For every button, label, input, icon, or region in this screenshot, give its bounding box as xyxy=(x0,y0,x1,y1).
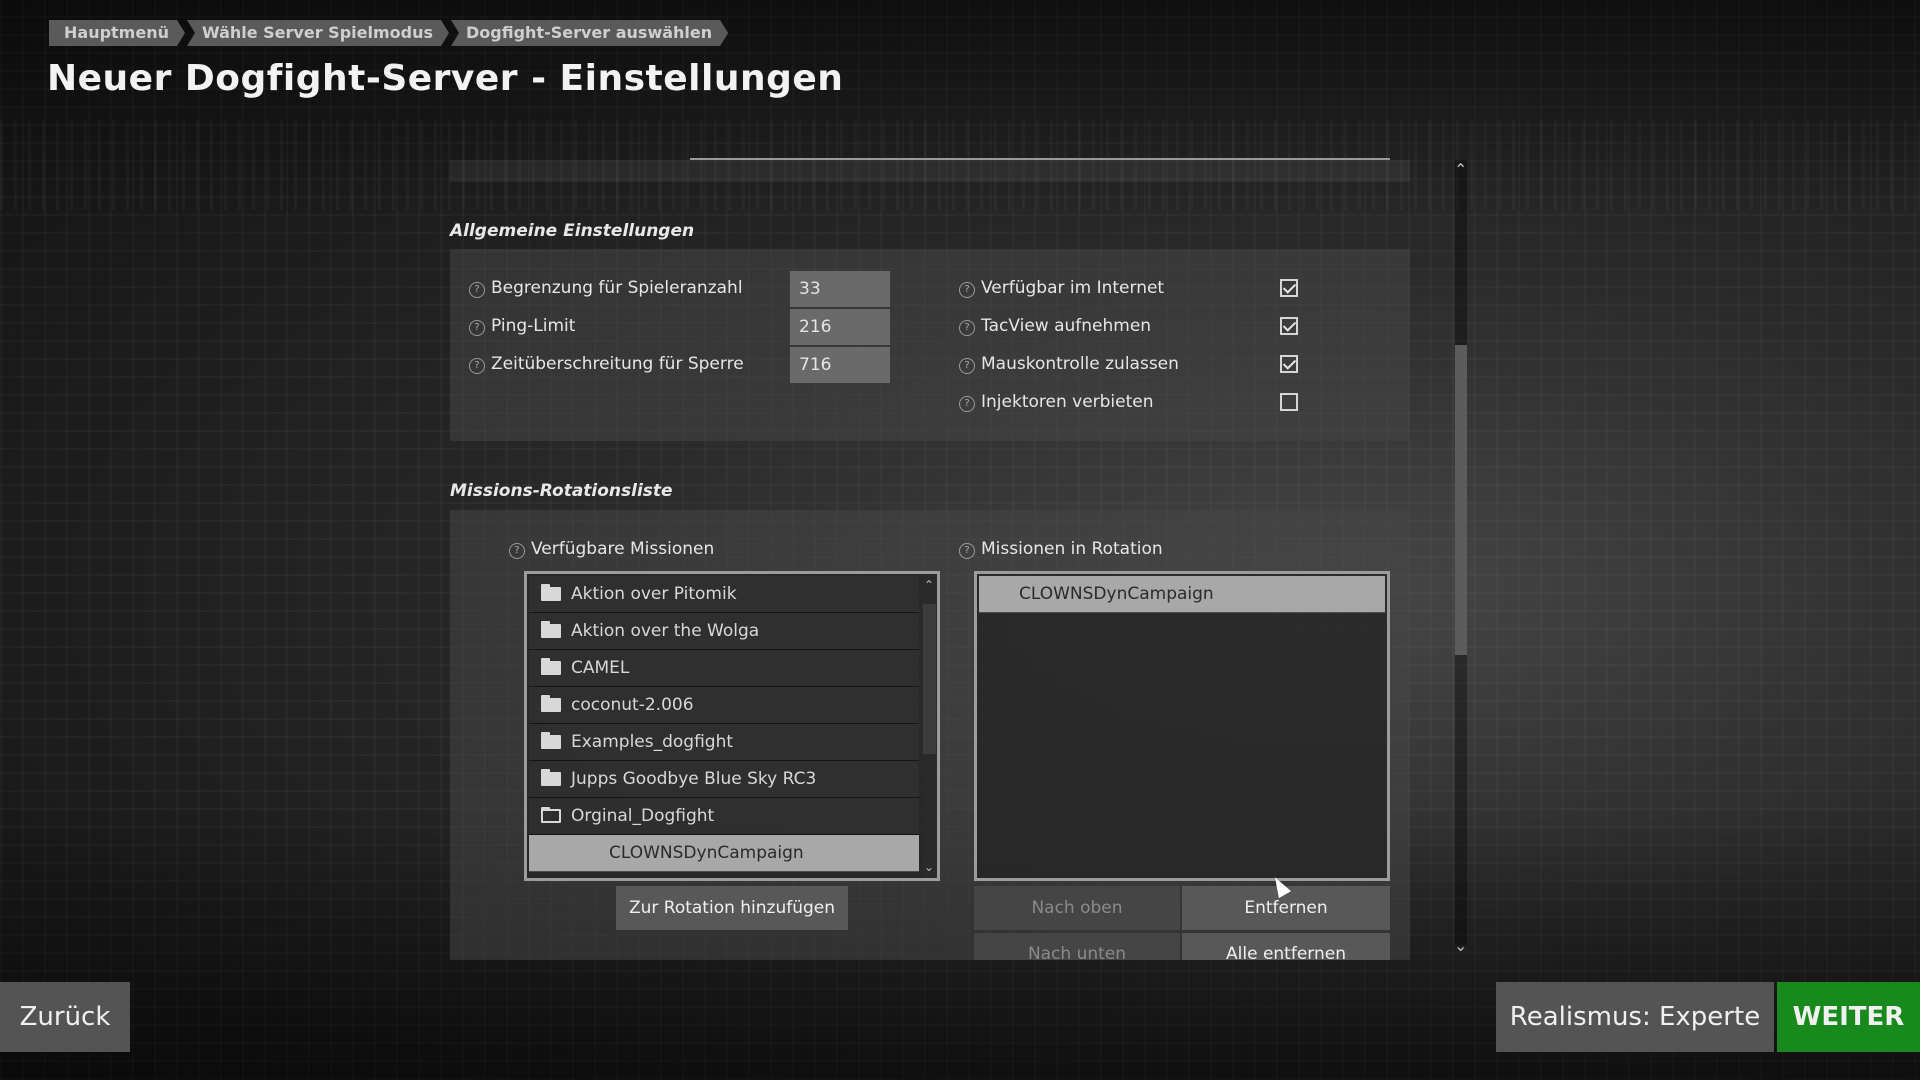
chevron-down-icon[interactable]: ⌄ xyxy=(924,860,934,874)
ban-timeout-label: ? Zeitüberschreitung für Sperre xyxy=(469,354,744,374)
injectors-checkbox[interactable] xyxy=(1280,393,1298,411)
list-item[interactable]: Examples_dogfight xyxy=(529,724,919,761)
breadcrumb-item-main-menu[interactable]: Hauptmenü xyxy=(49,20,185,46)
ban-timeout-text: Zeitüberschreitung für Sperre xyxy=(491,354,744,374)
available-missions-list[interactable]: Aktion over Pitomik Aktion over the Wolg… xyxy=(524,571,940,881)
help-icon[interactable]: ? xyxy=(959,543,975,559)
realism-button[interactable]: Realismus: Experte xyxy=(1496,982,1774,1052)
help-icon[interactable]: ? xyxy=(469,320,485,336)
list-item[interactable]: coconut-2.006 xyxy=(529,687,919,724)
ping-limit-text: Ping-Limit xyxy=(491,316,576,336)
help-icon[interactable]: ? xyxy=(959,282,975,298)
mission-rotation-title: Missions-Rotationsliste xyxy=(450,481,673,501)
move-up-button[interactable]: Nach oben xyxy=(974,886,1180,930)
internet-available-label: ? Verfügbar im Internet xyxy=(959,278,1164,298)
mission-name: Orginal_Dogfight xyxy=(571,806,715,826)
back-button[interactable]: Zurück xyxy=(0,982,130,1052)
list-item[interactable]: Aktion over the Wolga xyxy=(529,613,919,650)
help-icon[interactable]: ? xyxy=(509,543,525,559)
available-missions-text: Verfügbare Missionen xyxy=(531,539,715,559)
injectors-label: ? Injektoren verbieten xyxy=(959,392,1154,412)
folder-icon xyxy=(541,658,561,675)
list-item[interactable]: Aktion over Pitomik xyxy=(529,576,919,613)
list-item-selected[interactable]: CLOWNSDynCampaign xyxy=(979,576,1385,613)
folder-open-icon xyxy=(541,807,561,823)
mission-name: Examples_dogfight xyxy=(571,732,734,752)
breadcrumb-item-game-mode[interactable]: Wähle Server Spielmodus xyxy=(187,20,449,46)
mission-name: Aktion over Pitomik xyxy=(571,584,737,604)
help-icon[interactable]: ? xyxy=(959,320,975,336)
add-to-rotation-button[interactable]: Zur Rotation hinzufügen xyxy=(616,886,848,930)
available-missions-label: ? Verfügbare Missionen xyxy=(509,539,714,559)
folder-icon xyxy=(541,732,561,749)
scroll-down-icon[interactable]: ⌄ xyxy=(1454,936,1467,955)
mission-name: Aktion over the Wolga xyxy=(571,621,760,641)
mission-name: Jupps Goodbye Blue Sky RC3 xyxy=(571,769,817,789)
rotation-missions-text: Missionen in Rotation xyxy=(981,539,1163,559)
tacview-checkbox[interactable] xyxy=(1280,317,1298,335)
page-title: Neuer Dogfight-Server - Einstellungen xyxy=(47,58,844,99)
list-item[interactable]: CAMEL xyxy=(529,650,919,687)
help-icon[interactable]: ? xyxy=(469,282,485,298)
mouse-control-text: Mauskontrolle zulassen xyxy=(981,354,1179,374)
rotation-missions-list[interactable]: CLOWNSDynCampaign xyxy=(974,571,1390,881)
divider xyxy=(690,158,1390,160)
general-settings-title: Allgemeine Einstellungen xyxy=(450,221,695,241)
mission-name: CAMEL xyxy=(571,658,630,678)
tacview-label: ? TacView aufnehmen xyxy=(959,316,1151,336)
folder-icon xyxy=(541,769,561,786)
internet-available-text: Verfügbar im Internet xyxy=(981,278,1165,298)
player-limit-text: Begrenzung für Spieleranzahl xyxy=(491,278,743,298)
remove-all-button[interactable]: Alle entfernen xyxy=(1182,933,1390,960)
page-scrollbar-thumb[interactable] xyxy=(1455,345,1467,655)
tacview-text: TacView aufnehmen xyxy=(981,316,1152,336)
available-list-scrollbar-thumb[interactable] xyxy=(923,604,936,754)
next-button[interactable]: WEITER xyxy=(1777,982,1920,1052)
player-limit-input[interactable] xyxy=(790,271,890,307)
breadcrumb: Hauptmenü Wähle Server Spielmodus Dogfig… xyxy=(49,20,730,46)
mission-name: CLOWNSDynCampaign xyxy=(1019,584,1214,604)
rotation-missions-label: ? Missionen in Rotation xyxy=(959,539,1163,559)
ban-timeout-input[interactable] xyxy=(790,347,890,383)
help-icon[interactable]: ? xyxy=(469,358,485,374)
mission-name: CLOWNSDynCampaign xyxy=(609,843,804,863)
mission-name: coconut-2.006 xyxy=(571,695,694,715)
folder-icon xyxy=(541,695,561,712)
list-item-selected[interactable]: CLOWNSDynCampaign xyxy=(529,835,919,872)
internet-available-checkbox[interactable] xyxy=(1280,279,1298,297)
move-down-button[interactable]: Nach unten xyxy=(974,933,1180,960)
list-item[interactable]: Jupps Goodbye Blue Sky RC3 xyxy=(529,761,919,798)
player-limit-label: ? Begrenzung für Spieleranzahl xyxy=(469,278,743,298)
injectors-text: Injektoren verbieten xyxy=(981,392,1154,412)
scroll-up-icon[interactable]: ⌃ xyxy=(1454,160,1467,179)
mouse-control-checkbox[interactable] xyxy=(1280,355,1298,373)
breadcrumb-item-server-select[interactable]: Dogfight-Server auswählen xyxy=(451,20,728,46)
chevron-up-icon[interactable]: ⌃ xyxy=(924,578,934,592)
ping-limit-input[interactable] xyxy=(790,309,890,345)
available-list-scrollbar[interactable]: ⌃ ⌄ xyxy=(922,574,937,878)
list-item[interactable]: Orginal_Dogfight xyxy=(529,798,919,835)
ping-limit-label: ? Ping-Limit xyxy=(469,316,575,336)
folder-icon xyxy=(541,584,561,601)
folder-icon xyxy=(541,621,561,638)
mouse-control-label: ? Mauskontrolle zulassen xyxy=(959,354,1179,374)
help-icon[interactable]: ? xyxy=(959,358,975,374)
help-icon[interactable]: ? xyxy=(959,396,975,412)
previous-section-band xyxy=(450,160,1410,182)
